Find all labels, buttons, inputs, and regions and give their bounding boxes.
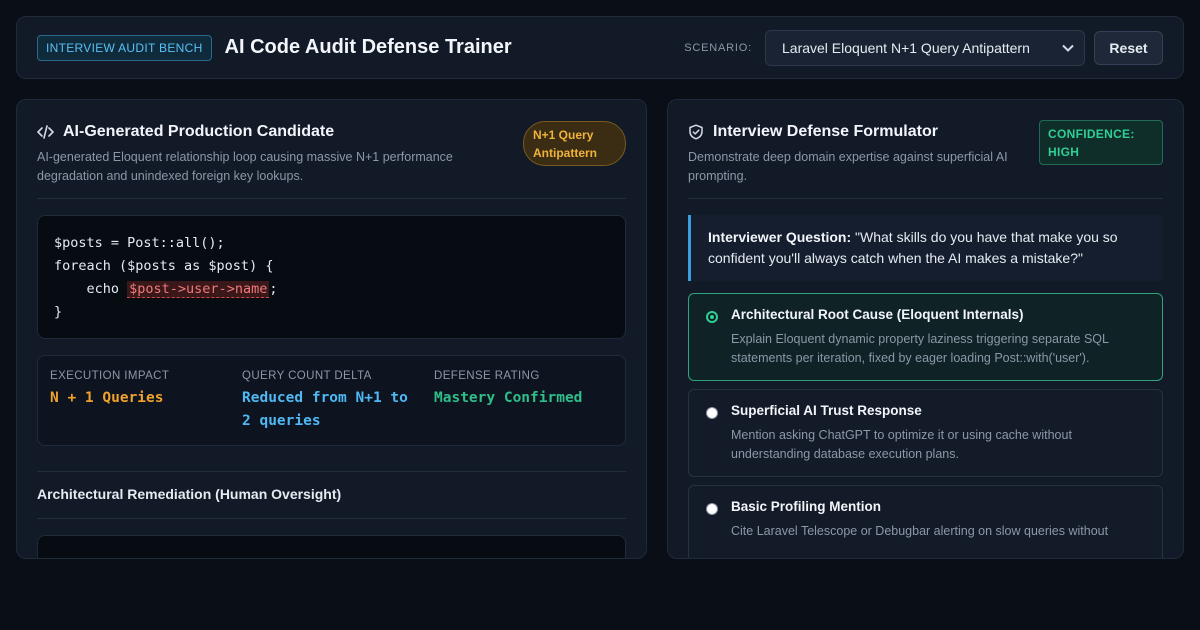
defense-panel: Interview Defense Formulator Demonstrate…	[667, 99, 1184, 559]
shield-check-icon	[688, 124, 704, 140]
code-line-4: }	[54, 304, 63, 320]
bench-badge: INTERVIEW AUDIT BENCH	[37, 34, 212, 61]
scenario-label: SCENARIO:	[684, 41, 752, 54]
metric-label: DEFENSE RATING	[434, 370, 540, 382]
code-line-2: foreach ($posts as $post) {	[54, 258, 274, 274]
app-title: AI Code Audit Defense Trainer	[224, 36, 512, 58]
defense-title: Interview Defense Formulator	[713, 123, 938, 140]
remediation-title: Architectural Remediation (Human Oversig…	[37, 486, 342, 502]
metric-execution-impact: EXECUTION IMPACT N + 1 Queries	[50, 370, 230, 410]
divider	[37, 198, 626, 199]
option-title: Superficial AI Trust Response	[731, 403, 922, 418]
metric-label: QUERY COUNT DELTA	[242, 370, 372, 382]
option-title: Architectural Root Cause (Eloquent Inter…	[731, 307, 1024, 322]
metrics-panel: EXECUTION IMPACT N + 1 Queries QUERY COU…	[37, 355, 626, 446]
option-description: Explain Eloquent dynamic property lazine…	[731, 332, 1109, 365]
code-line-3-suffix: ;	[269, 281, 278, 297]
antipattern-tag: N+1 Query Antipattern	[523, 121, 626, 166]
candidate-title: AI-Generated Production Candidate	[63, 123, 335, 140]
scenario-select[interactable]: Laravel Eloquent N+1 Query Antipattern	[765, 29, 1085, 66]
metric-query-count-delta: QUERY COUNT DELTA Reduced from N+1 to 2 …	[242, 370, 422, 433]
answer-option-architectural[interactable]: Architectural Root Cause (Eloquent Inter…	[688, 293, 1163, 381]
metric-value: N + 1 Queries	[50, 390, 164, 406]
confidence-badge: CONFIDENCE: HIGH	[1039, 120, 1163, 165]
divider	[37, 518, 626, 519]
highlighted-code: $post->user->name	[127, 281, 270, 298]
answer-option-superficial[interactable]: Superficial AI Trust Response Mention as…	[688, 389, 1163, 477]
top-bar: INTERVIEW AUDIT BENCH AI Code Audit Defe…	[16, 16, 1184, 79]
candidate-panel: AI-Generated Production Candidate AI-gen…	[16, 99, 647, 559]
question-label: Interviewer Question:	[708, 229, 852, 245]
defense-description: Demonstrate deep domain expertise agains…	[688, 150, 1008, 183]
option-description: Cite Laravel Telescope or Debugbar alert…	[731, 524, 1109, 538]
code-line-1: $posts = Post::all();	[54, 235, 225, 251]
radio-unselected[interactable]	[706, 503, 718, 515]
divider	[37, 471, 626, 472]
metric-label: EXECUTION IMPACT	[50, 370, 170, 382]
candidate-description: AI-generated Eloquent relationship loop …	[37, 150, 453, 183]
remediation-code-block	[37, 535, 626, 558]
radio-unselected[interactable]	[706, 407, 718, 419]
interviewer-question: Interviewer Question: "What skills do yo…	[688, 215, 1163, 281]
scenario-selected-value: Laravel Eloquent N+1 Query Antipattern	[782, 39, 1030, 56]
code-icon	[37, 125, 54, 139]
option-description: Mention asking ChatGPT to optimize it or…	[731, 428, 1072, 461]
divider	[688, 198, 1163, 199]
candidate-header: AI-Generated Production Candidate	[37, 123, 334, 141]
option-title: Basic Profiling Mention	[731, 499, 882, 514]
metric-defense-rating: DEFENSE RATING Mastery Confirmed	[434, 370, 614, 410]
reset-button[interactable]: Reset	[1094, 30, 1163, 65]
answer-option-profiling[interactable]: Basic Profiling Mention Cite Laravel Tel…	[688, 485, 1163, 558]
defense-header: Interview Defense Formulator	[688, 123, 938, 141]
metric-value: Mastery Confirmed	[434, 390, 583, 406]
metric-value: Reduced from N+1 to 2 queries	[242, 390, 408, 429]
radio-selected[interactable]	[706, 311, 718, 323]
code-line-3-prefix: echo	[54, 281, 128, 297]
code-block: $posts = Post::all(); foreach ($posts as…	[37, 215, 626, 339]
chevron-down-icon	[1062, 41, 1074, 55]
